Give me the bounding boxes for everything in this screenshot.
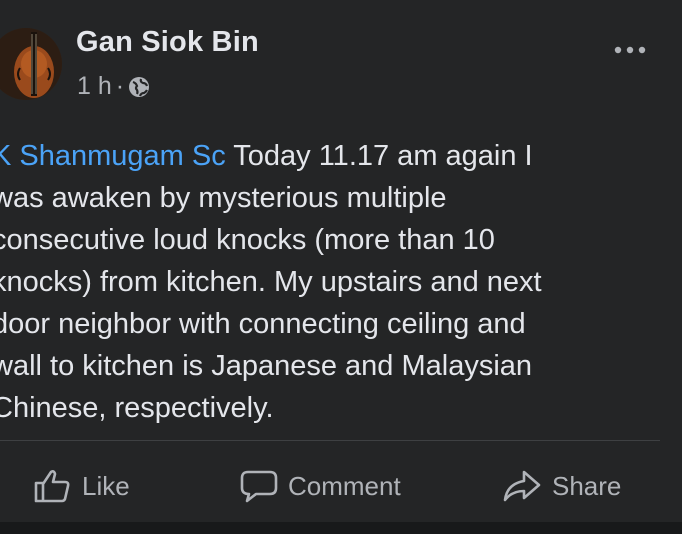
meta-separator: · (115, 72, 125, 100)
thumbs-up-icon (34, 470, 70, 503)
comment-icon (240, 470, 278, 503)
divider (0, 440, 660, 441)
post-time[interactable]: 1 h (77, 72, 112, 101)
post-text-line: wall to kitchen is Japanese and Malaysia… (0, 350, 533, 382)
post-text-line: consecutive loud knocks (more than 10 (0, 224, 495, 256)
author-name[interactable]: Gan Siok Bin (76, 26, 259, 59)
share-label: Share (552, 470, 622, 501)
post-text-line: Today 11.17 am again I (225, 140, 533, 172)
more-options-icon[interactable] (612, 42, 652, 58)
post-body: K Shanmugam Sc Today 11.17 am again I wa… (0, 135, 672, 429)
author-avatar[interactable] (0, 28, 62, 100)
post-card: Gan Siok Bin 1 h · K Shanmugam Sc Today … (0, 0, 682, 522)
like-label: Like (82, 470, 130, 501)
comment-label: Comment (288, 470, 401, 501)
post-text-line: knocks) from kitchen. My upstairs and ne… (0, 266, 542, 298)
post-text-line: was awaken by mysterious multiple (0, 182, 447, 214)
post-text-line: door neighbor with connecting ceiling an… (0, 308, 526, 340)
globe-icon (128, 76, 150, 98)
like-button[interactable]: Like (34, 458, 130, 514)
share-button[interactable]: Share (502, 458, 621, 514)
action-bar: Like Comment Share (0, 458, 682, 514)
share-icon (503, 470, 541, 502)
mention-link[interactable]: K Shanmugam Sc (0, 140, 226, 172)
post-meta: 1 h · (77, 72, 150, 101)
post-header: Gan Siok Bin 1 h · (0, 18, 682, 108)
post-text-line: Chinese, respectively. (0, 392, 274, 424)
comment-button[interactable]: Comment (240, 458, 401, 514)
